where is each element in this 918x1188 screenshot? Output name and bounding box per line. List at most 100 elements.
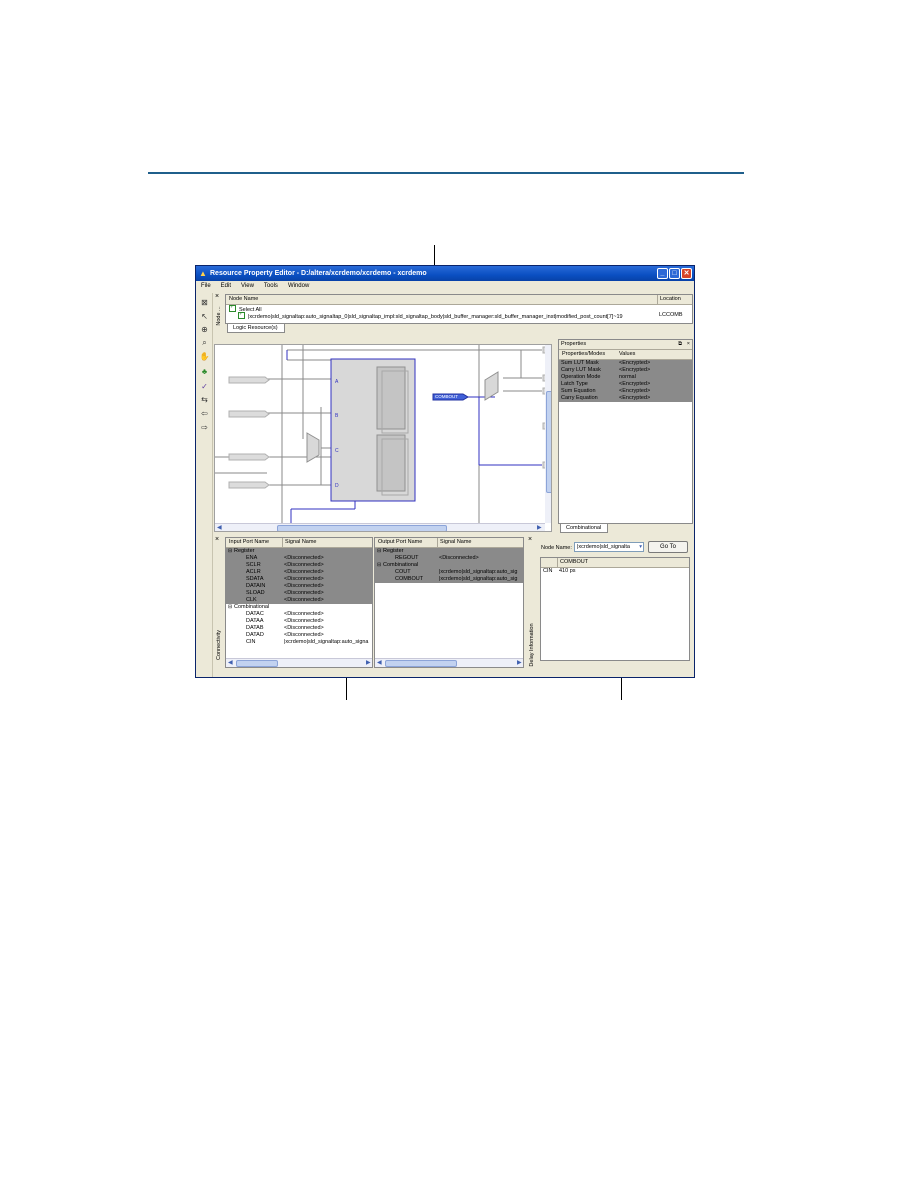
col-signal-name: Signal Name — [437, 538, 472, 547]
scroll-right-icon[interactable]: ▶ — [366, 659, 371, 667]
property-row[interactable]: Sum LUT Mask <Encrypted> — [559, 360, 692, 367]
hand-icon[interactable]: ✋ — [199, 351, 210, 362]
node-name-select[interactable]: |xcrdemo|sld_signalta ▾ — [574, 542, 644, 552]
menu-view[interactable]: View — [236, 281, 259, 292]
property-name: Sum LUT Mask — [561, 360, 599, 366]
signal-name: |xcrdemo|sld_signaltap:auto_sig — [439, 576, 518, 582]
scroll-left-icon[interactable]: ◀ — [228, 659, 233, 667]
input-ports-table: Input Port Name Signal Name ⊟ Register ENA… — [225, 537, 373, 668]
vertical-toolbar: ⊠ ↖ ⊕ ⌕ ✋ ♣ ✓ ⇆ ⇦ ⇨ — [196, 293, 213, 677]
delay-table: COMBOUT CIN 410 ps — [540, 557, 690, 661]
port-row[interactable]: SDATA <Disconnected> — [226, 576, 372, 583]
port-row[interactable]: CIN |xcrdemo|sld_signaltap:auto_signa — [226, 639, 372, 646]
pointer-icon[interactable]: ↖ — [199, 311, 210, 322]
port-row[interactable]: ENA <Disconnected> — [226, 555, 372, 562]
tab-logic-resources[interactable]: Logic Resource(s) — [227, 324, 285, 333]
port-row[interactable]: DATAIN <Disconnected> — [226, 583, 372, 590]
node-path: |xcrdemo|sld_signaltap:auto_signaltap_0|… — [248, 314, 623, 320]
property-value: <Encrypted> — [619, 367, 651, 373]
col-output-port-name: Output Port Name — [378, 539, 423, 545]
scroll-left-icon[interactable]: ◀ — [377, 659, 382, 667]
resource-property-editor-window: ▲ Resource Property Editor - D:/altera/x… — [195, 265, 695, 678]
input-hscrollbar[interactable]: ◀ ▶ — [226, 658, 372, 667]
scroll-right-icon[interactable]: ▶ — [517, 659, 522, 667]
forward-icon[interactable]: ⇨ — [199, 422, 210, 433]
output-hscrollbar[interactable]: ◀ ▶ — [375, 658, 523, 667]
scroll-right-icon[interactable]: ▶ — [537, 524, 542, 531]
port-name: COMBOUT — [395, 576, 424, 582]
port-row[interactable]: COUT |xcrdemo|sld_signaltap:auto_sig — [375, 569, 523, 576]
col-input-port-name: Input Port Name — [229, 539, 270, 545]
close-icon[interactable]: × — [687, 340, 690, 349]
menu-tools[interactable]: Tools — [259, 281, 283, 292]
port-row[interactable]: SCLR <Disconnected> — [226, 562, 372, 569]
property-row[interactable]: Carry Equation <Encrypted> — [559, 395, 692, 402]
tree-icon[interactable]: ♣ — [199, 366, 210, 377]
port-row[interactable]: SLOAD <Disconnected> — [226, 590, 372, 597]
group-row[interactable]: ⊟ Register — [375, 548, 523, 555]
delay-panel: Node Name: |xcrdemo|sld_signalta ▾ Go To… — [538, 537, 693, 668]
port-name: ACLR — [246, 569, 261, 575]
maximize-button[interactable]: □ — [669, 268, 680, 279]
select-all-row[interactable]: Select All — [226, 304, 692, 313]
close-button[interactable]: ✕ — [681, 268, 692, 279]
port-row[interactable]: DATAC <Disconnected> — [226, 611, 372, 618]
port-a-label: A — [335, 379, 339, 385]
port-row[interactable]: COMBOUT |xcrdemo|sld_signaltap:auto_sig — [375, 576, 523, 583]
menu-window[interactable]: Window — [283, 281, 314, 292]
port-row[interactable]: ACLR <Disconnected> — [226, 569, 372, 576]
node-checkbox[interactable] — [238, 311, 245, 319]
scroll-left-icon[interactable]: ◀ — [217, 524, 222, 531]
float-icon[interactable]: ⧉ — [678, 340, 682, 349]
minimize-button[interactable]: _ — [657, 268, 668, 279]
tab-combinational[interactable]: Combinational — [560, 524, 609, 533]
node-row[interactable]: |xcrdemo|sld_signaltap:auto_signaltap_0|… — [226, 311, 692, 320]
port-name: DATAA — [246, 618, 264, 624]
schematic-vscrollbar[interactable] — [545, 345, 551, 523]
port-row[interactable]: DATAB <Disconnected> — [226, 625, 372, 632]
chevron-down-icon[interactable]: ▾ — [639, 543, 642, 551]
schematic-hscroll-thumb[interactable] — [277, 525, 447, 531]
output-table-header: Output Port Name Signal Name — [375, 538, 523, 548]
property-row[interactable]: Sum Equation <Encrypted> — [559, 388, 692, 395]
col-values: Values — [619, 351, 636, 357]
group-row[interactable]: ⊟ Combinational — [375, 562, 523, 569]
input-hscroll-thumb[interactable] — [236, 660, 278, 667]
select-all-checkbox[interactable] — [229, 304, 236, 312]
connectivity-sidebar: × Connectivity — [213, 536, 223, 666]
property-row[interactable]: Carry LUT Mask <Encrypted> — [559, 367, 692, 374]
property-row[interactable]: Latch Type <Encrypted> — [559, 381, 692, 388]
signal-name: <Disconnected> — [284, 625, 324, 631]
col-properties-modes: Properties/Modes — [562, 351, 606, 357]
title-bar[interactable]: ▲ Resource Property Editor - D:/altera/x… — [196, 266, 694, 281]
menu-file[interactable]: File — [196, 281, 216, 292]
schematic-view[interactable]: A B C D COMBOUT ◀ ▶ — [214, 344, 552, 532]
group-row[interactable]: ⊟ Combinational — [226, 604, 372, 611]
schematic-hscrollbar[interactable]: ◀ ▶ — [215, 523, 545, 531]
window-title: Resource Property Editor - D:/altera/xcr… — [210, 270, 427, 277]
property-value: normal — [619, 374, 636, 380]
menu-edit[interactable]: Edit — [216, 281, 236, 292]
fit-icon[interactable]: ⇆ — [199, 394, 210, 405]
back-icon[interactable]: ⇦ — [199, 408, 210, 419]
properties-panel: Properties ⧉ × Properties/Modes Values S… — [558, 339, 693, 524]
go-to-button[interactable]: Go To — [648, 541, 688, 553]
property-row[interactable]: Operation Mode normal — [559, 374, 692, 381]
port-row[interactable]: DATAD <Disconnected> — [226, 632, 372, 639]
close-icon[interactable]: × — [528, 536, 532, 543]
zoom-icon[interactable]: ⊕ — [199, 324, 210, 335]
port-row[interactable]: CLK <Disconnected> — [226, 597, 372, 604]
group-row[interactable]: ⊟ Register — [226, 548, 372, 555]
output-hscroll-thumb[interactable] — [385, 660, 457, 667]
fit-window-icon[interactable]: ⊠ — [199, 297, 210, 308]
schematic-vscroll-thumb[interactable] — [546, 391, 551, 493]
check-icon[interactable]: ✓ — [199, 381, 210, 392]
magnify-icon[interactable]: ⌕ — [199, 337, 210, 348]
node-name-value: |xcrdemo|sld_signalta — [577, 544, 630, 550]
port-row[interactable]: DATAA <Disconnected> — [226, 618, 372, 625]
node-panel-sidebar: × Node ... — [213, 293, 223, 326]
signal-name: <Disconnected> — [284, 555, 324, 561]
port-row[interactable]: REGOUT <Disconnected> — [375, 555, 523, 562]
close-icon[interactable]: × — [215, 536, 219, 543]
port-d-label: D — [335, 483, 339, 489]
